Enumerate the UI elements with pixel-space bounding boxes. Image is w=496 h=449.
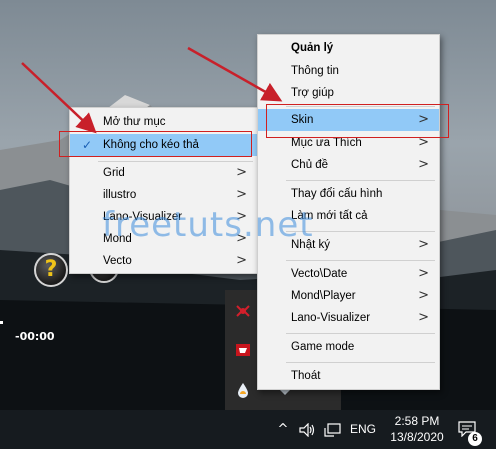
taskbar: ^ ENG 2:58 PM 13/8/2020 6 [0,410,496,449]
network-icon[interactable] [324,422,342,438]
clock-time: 2:58 PM [394,414,440,428]
notification-count-badge: 6 [468,432,482,446]
arrow-to-skin [187,46,283,102]
language-indicator[interactable]: ENG [348,410,378,449]
show-hidden-icons-chevron-icon[interactable]: ^ [275,410,291,449]
clock-date: 13/8/2020 [390,430,444,444]
clock[interactable]: 2:58 PM 13/8/2020 [382,413,452,445]
volume-icon[interactable] [299,423,317,437]
arrow-to-disable-drag [21,62,97,134]
annotation-arrows [21,46,283,134]
